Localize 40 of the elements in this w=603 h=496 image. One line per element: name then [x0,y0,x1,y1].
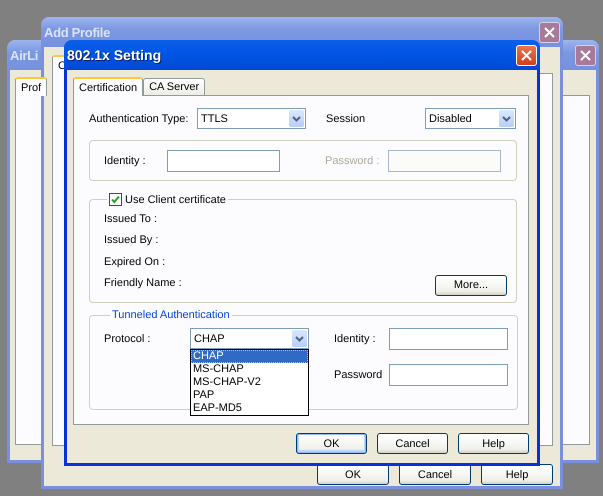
tab[interactable]: Certification [73,77,144,96]
checkbox-label: Use Client certificate [125,194,226,206]
checkmark-icon [111,195,120,204]
dropdown-option[interactable]: CHAP [191,350,308,363]
chevron-down-icon [292,330,307,347]
dialog-button[interactable]: OK [296,433,367,454]
field-label: Authentication Type: [89,112,190,124]
input-field[interactable] [167,150,280,172]
field-label: Issued By : [104,234,158,246]
input-field[interactable] [389,364,508,386]
dropdown[interactable]: Disabled [425,108,516,129]
field-label: Session [326,112,366,124]
dropdown-option[interactable]: MS-CHAP-V2 [191,376,308,389]
window-title: AirLi [10,48,38,62]
field-label: Password : [325,154,380,166]
field-label: Identity : [334,332,377,344]
field-label: Expired On : [104,256,166,268]
window-title: Add Profile [44,24,110,40]
dropdown[interactable]: CHAP [190,328,309,349]
field-label: Password [334,368,384,380]
input-field[interactable] [389,328,508,350]
field-label: Identity : [104,154,147,166]
group-title: Tunneled Authentication [112,309,230,321]
dialog-button[interactable]: Help [458,433,529,454]
dropdown-option[interactable]: PAP [191,389,308,402]
chevron-down-icon [289,110,304,127]
dialog-button[interactable]: Cancel [377,433,448,454]
close-icon [580,50,591,60]
chevron-down-icon [499,110,514,127]
dropdown-option[interactable]: MS-CHAP [191,363,308,376]
field-label: Friendly Name : [104,277,182,290]
dropdown-option[interactable]: EAP-MD5 [191,402,308,415]
checkbox[interactable] [109,193,122,206]
field-label: Protocol : [104,332,152,344]
close-icon [544,26,555,38]
tab[interactable]: CA Server [143,78,206,95]
field-label: Issued To : [104,212,157,225]
close-icon [521,50,532,60]
more-button[interactable]: More... [435,274,507,296]
dropdown[interactable]: TTLS [197,108,306,129]
